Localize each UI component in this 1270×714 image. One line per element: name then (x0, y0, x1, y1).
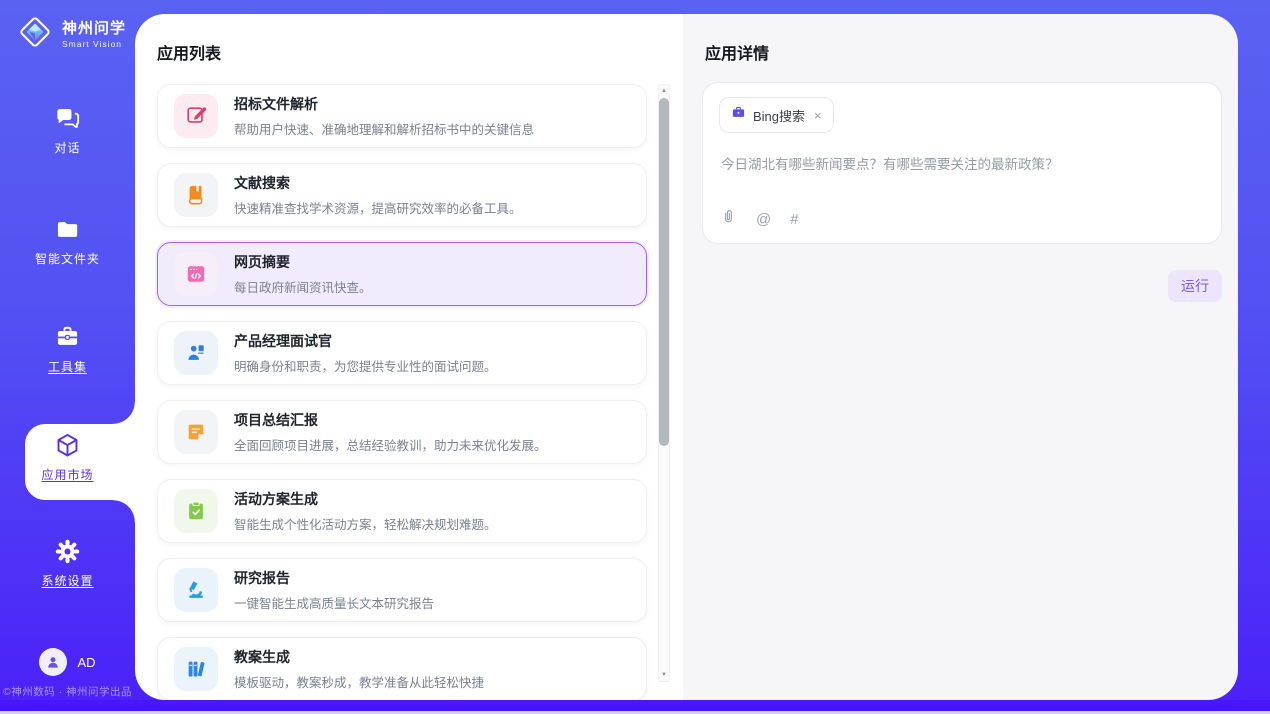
sidebar-item-工具集[interactable]: 工具集 (0, 324, 135, 375)
sidebar-item-对话[interactable]: 对话 (0, 105, 135, 156)
app-name: 产品经理面试官 (234, 331, 497, 351)
bottom-bar (0, 700, 1270, 711)
query-text[interactable]: 今日湖北有哪些新闻要点？有哪些需要关注的最新政策？ (721, 153, 1201, 173)
sidebar-item-系统设置[interactable]: 系统设置 (0, 538, 135, 589)
app-description: 每日政府新闻资讯快查。 (234, 277, 372, 296)
app-card[interactable]: 文献搜索快速精准查找学术资源，提高研究效率的必备工具。 (157, 163, 647, 227)
app-list-panel: 应用列表 招标文件解析帮助用户快速、准确地理解和解析招标书中的关键信息文献搜索快… (135, 14, 683, 700)
app-description: 一键智能生成高质量长文本研究报告 (234, 593, 434, 612)
books-icon (174, 647, 218, 691)
clipboard-check-icon (174, 489, 218, 533)
app-name: 招标文件解析 (234, 94, 534, 114)
app-name: 活动方案生成 (234, 489, 497, 509)
document-edit-icon (174, 94, 218, 138)
app-frame: 神州问学 Smart Vision 对话智能文件夹工具集应用市场系统设置 AD … (0, 0, 1270, 711)
brand-name: 神州问学 (62, 21, 126, 36)
app-card[interactable]: 产品经理面试官明确身份和职责，为您提供专业性的面试问题。 (157, 321, 647, 385)
app-description: 模板驱动，教案秒成，教学准备从此轻松快捷 (234, 672, 484, 691)
sidebar: 神州问学 Smart Vision 对话智能文件夹工具集应用市场系统设置 AD … (0, 0, 135, 711)
user-label: AD (77, 655, 95, 670)
prompt-card[interactable]: Bing搜索 × 今日湖北有哪些新闻要点？有哪些需要关注的最新政策？ @ # (702, 82, 1222, 244)
app-name: 项目总结汇报 (234, 410, 547, 430)
book-icon (174, 173, 218, 217)
mention-icon[interactable]: @ (756, 211, 771, 228)
folder-icon (54, 216, 81, 243)
brand-logo: 神州问学 Smart Vision (16, 13, 126, 56)
app-name: 教案生成 (234, 647, 484, 667)
app-list-title: 应用列表 (157, 40, 221, 64)
app-card[interactable]: 项目总结汇报全面回顾项目进展，总结经验教训，助力未来优化发展。 (157, 400, 647, 464)
sidebar-item-智能文件夹[interactable]: 智能文件夹 (0, 216, 135, 267)
cube-icon (54, 432, 81, 459)
app-card[interactable]: 网页摘要每日政府新闻资讯快查。 (157, 242, 647, 306)
run-button[interactable]: 运行 (1168, 270, 1222, 302)
tool-chip-label: Bing搜索 (753, 106, 805, 125)
briefcase-icon (731, 105, 746, 125)
app-card[interactable]: 教案生成模板驱动，教案秒成，教学准备从此轻松快捷 (157, 637, 647, 700)
scrollbar-thumb[interactable] (659, 98, 669, 446)
app-description: 明确身份和职责，为您提供专业性的面试问题。 (234, 356, 497, 375)
app-card[interactable]: 招标文件解析帮助用户快速、准确地理解和解析招标书中的关键信息 (157, 84, 647, 148)
sidebar-item-应用市场[interactable]: 应用市场 (0, 432, 135, 483)
gear-icon (54, 538, 81, 565)
gem-diamond-icon (16, 13, 54, 56)
app-detail-panel: 应用详情 Bing搜索 × 今日湖北有哪些新闻要点？有哪些需要关注的最新政策？ … (683, 14, 1238, 700)
chat-icon (54, 105, 81, 132)
hash-icon[interactable]: # (790, 211, 798, 228)
app-card[interactable]: 研究报告一键智能生成高质量长文本研究报告 (157, 558, 647, 622)
main-content: 应用列表 招标文件解析帮助用户快速、准确地理解和解析招标书中的关键信息文献搜索快… (135, 14, 1238, 700)
browser-icon (174, 252, 218, 296)
app-description: 帮助用户快速、准确地理解和解析招标书中的关键信息 (234, 119, 534, 138)
interviewer-icon (174, 331, 218, 375)
scroll-down-icon[interactable]: ▼ (659, 669, 669, 681)
brand-subtitle: Smart Vision (62, 40, 126, 49)
sidebar-item-label: 对话 (0, 139, 135, 156)
app-name: 研究报告 (234, 568, 434, 588)
app-card-list: 招标文件解析帮助用户快速、准确地理解和解析招标书中的关键信息文献搜索快速精准查找… (157, 84, 647, 700)
toolbox-icon (54, 324, 81, 351)
app-list-scrollbar[interactable]: ▲ ▼ (658, 84, 670, 682)
app-detail-title: 应用详情 (705, 40, 769, 64)
chip-close-icon[interactable]: × (814, 108, 822, 123)
microscope-icon (174, 568, 218, 612)
app-card[interactable]: 活动方案生成智能生成个性化活动方案，轻松解决规划难题。 (157, 479, 647, 543)
note-icon (174, 410, 218, 454)
avatar-person-icon (39, 648, 67, 676)
tool-chip-bing-search[interactable]: Bing搜索 × (719, 97, 834, 133)
paperclip-icon[interactable] (720, 208, 737, 230)
app-description: 智能生成个性化活动方案，轻松解决规划难题。 (234, 514, 497, 533)
app-description: 全面回顾项目进展，总结经验教训，助力未来优化发展。 (234, 435, 547, 454)
input-toolbar: @ # (720, 208, 799, 230)
sidebar-item-label: 智能文件夹 (0, 250, 135, 267)
sidebar-item-label: 工具集 (0, 358, 135, 375)
copyright-footer: ©神州数码 · 神州问学出品 (0, 684, 135, 699)
sidebar-item-label: 系统设置 (0, 572, 135, 589)
user-account[interactable]: AD (0, 648, 135, 676)
sidebar-item-label: 应用市场 (0, 466, 135, 483)
app-name: 网页摘要 (234, 252, 372, 272)
scroll-up-icon[interactable]: ▲ (659, 85, 669, 97)
app-name: 文献搜索 (234, 173, 522, 193)
app-description: 快速精准查找学术资源，提高研究效率的必备工具。 (234, 198, 522, 217)
